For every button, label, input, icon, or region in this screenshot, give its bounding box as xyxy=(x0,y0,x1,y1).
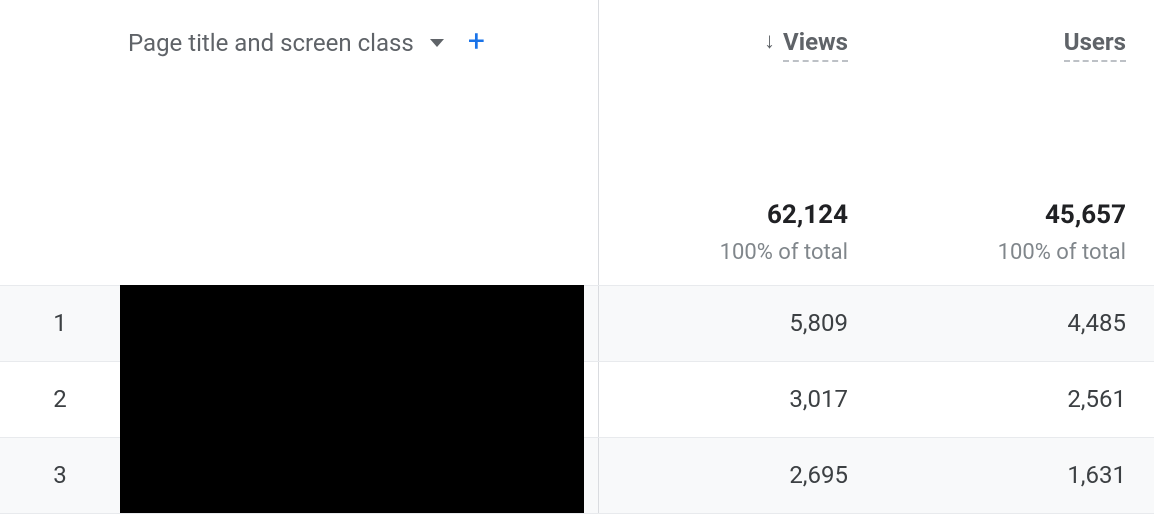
row-views: 5,809 xyxy=(598,285,876,361)
chevron-down-icon xyxy=(430,39,444,47)
sort-descending-icon: ↓ xyxy=(764,28,775,56)
dimension-header[interactable]: Page title and screen class + xyxy=(120,0,598,58)
row-views: 2,695 xyxy=(598,437,876,513)
row-users: 2,561 xyxy=(876,361,1154,437)
dimension-label: Page title and screen class xyxy=(128,29,414,57)
metric-label-users: Users xyxy=(1064,28,1126,62)
row-index: 3 xyxy=(0,437,120,513)
metric-header-users[interactable]: Users xyxy=(876,0,1154,62)
add-dimension-button[interactable]: + xyxy=(468,27,485,57)
total-views-value: 62,124 xyxy=(599,200,849,230)
metric-label-views: Views xyxy=(783,28,848,62)
row-index: 2 xyxy=(0,361,120,437)
row-users: 1,631 xyxy=(876,437,1154,513)
redacted-block xyxy=(120,285,584,513)
row-index: 1 xyxy=(0,285,120,361)
row-users: 4,485 xyxy=(876,285,1154,361)
row-views: 3,017 xyxy=(598,361,876,437)
metric-header-views[interactable]: ↓ Views xyxy=(599,0,877,62)
total-users-value: 45,657 xyxy=(876,200,1126,230)
total-views-subtext: 100% of total xyxy=(599,240,849,265)
total-users-subtext: 100% of total xyxy=(876,240,1126,265)
